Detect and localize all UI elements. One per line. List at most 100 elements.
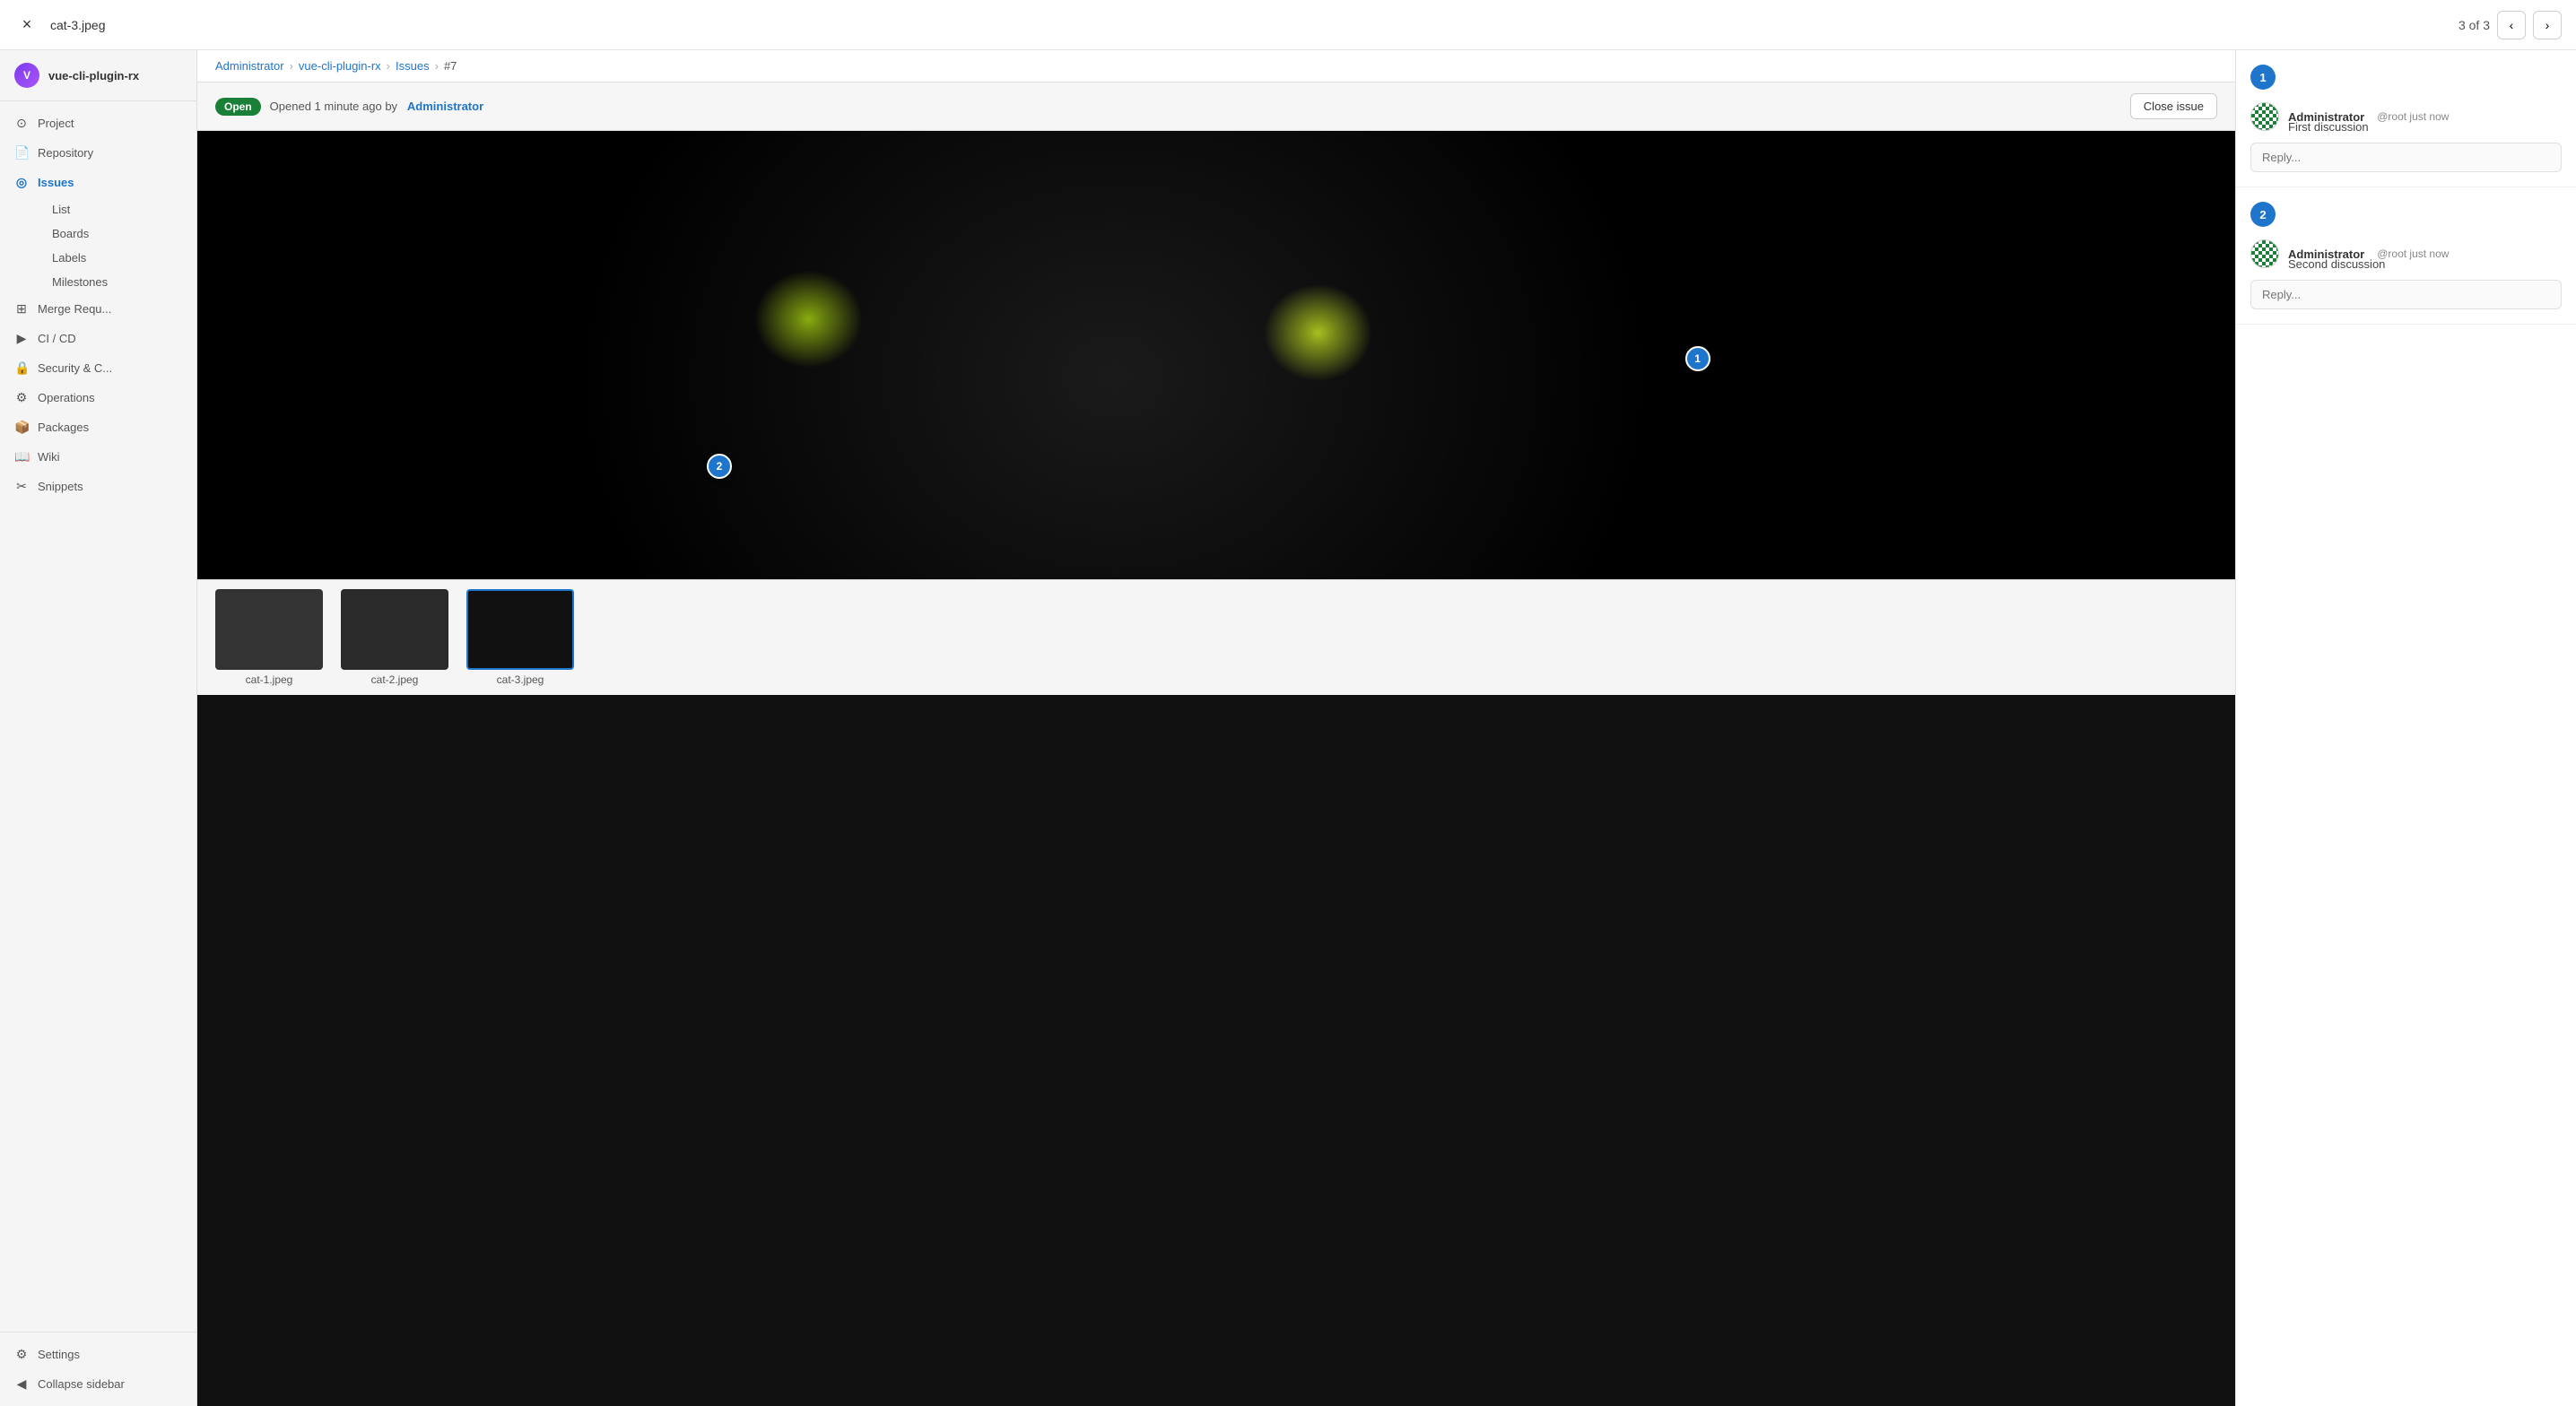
packages-icon: 📦 — [14, 420, 29, 435]
sidebar-item-label: Issues — [38, 176, 74, 189]
user-handle-1: @root just now — [2377, 110, 2449, 123]
image-viewer-topbar: × cat-3.jpeg 3 of 3 ‹ › — [0, 0, 2576, 50]
sidebar-item-ci-cd[interactable]: ▶ CI / CD — [0, 324, 196, 353]
breadcrumb-sep: › — [290, 59, 293, 73]
thumbnail-strip: cat-1.jpeg cat-2.jpeg cat-3.jpeg — [197, 579, 2235, 695]
issues-subnav: List Boards Labels Milestones — [0, 197, 196, 294]
sidebar-item-operations[interactable]: ⚙ Operations — [0, 383, 196, 412]
merge-icon: ⊞ — [14, 301, 29, 317]
collapse-icon: ◀ — [14, 1376, 29, 1392]
sidebar-item-label: Operations — [38, 391, 95, 404]
next-image-button[interactable]: › — [2533, 11, 2562, 39]
thumbnail-3[interactable]: cat-3.jpeg — [466, 589, 574, 686]
sidebar-brand: V vue-cli-plugin-rx — [0, 50, 196, 101]
discussion-content-1: Administrator @root just now First discu… — [2250, 99, 2562, 172]
sidebar-item-label: Settings — [38, 1348, 80, 1361]
thumb-box-2 — [341, 589, 448, 670]
breadcrumb-admin[interactable]: Administrator — [215, 59, 284, 73]
sidebar-item-merge-requests[interactable]: ⊞ Merge Requ... — [0, 294, 196, 324]
reply-input-2[interactable] — [2250, 280, 2562, 309]
topbar-center: 3 of 3 ‹ › — [2459, 11, 2562, 39]
settings-icon: ⚙ — [14, 1347, 29, 1362]
thumbnail-2[interactable]: cat-2.jpeg — [341, 589, 448, 686]
sidebar-item-label: Repository — [38, 146, 93, 160]
sidebar-item-packages[interactable]: 📦 Packages — [0, 412, 196, 442]
status-badge: Open — [215, 98, 261, 116]
discussion-number: 2 — [2259, 208, 2266, 221]
thumb-label-2: cat-2.jpeg — [341, 673, 448, 686]
sidebar-item-milestones[interactable]: Milestones — [38, 270, 196, 294]
breadcrumb-issues[interactable]: Issues — [396, 59, 430, 73]
snippets-icon: ✂ — [14, 479, 29, 494]
prev-image-button[interactable]: ‹ — [2497, 11, 2526, 39]
issue-author: Administrator — [407, 100, 483, 113]
sidebar-item-label: CI / CD — [38, 332, 76, 345]
sidebar-item-label: Snippets — [38, 480, 83, 493]
breadcrumb-repo[interactable]: vue-cli-plugin-rx — [299, 59, 381, 73]
viewer-filename: cat-3.jpeg — [50, 18, 105, 32]
image-counter: 3 of 3 — [2459, 18, 2490, 32]
discussion-marker-2[interactable]: 2 — [2250, 202, 2276, 227]
issue-header-left: Open Opened 1 minute ago by Administrato… — [215, 98, 483, 116]
sidebar-item-project[interactable]: ⊙ Project — [0, 108, 196, 138]
close-issue-button[interactable]: Close issue — [2130, 93, 2217, 119]
sidebar-item-security[interactable]: 🔒 Security & C... — [0, 353, 196, 383]
sidebar-item-label: Collapse sidebar — [38, 1377, 125, 1391]
sidebar-item-list[interactable]: List — [38, 197, 196, 221]
thumb-label-1: cat-1.jpeg — [215, 673, 323, 686]
brand-name: vue-cli-plugin-rx — [48, 69, 139, 82]
sidebar: V vue-cli-plugin-rx ⊙ Project 📄 Reposito… — [0, 50, 197, 1406]
breadcrumb: Administrator › vue-cli-plugin-rx › Issu… — [215, 59, 457, 73]
issue-meta: Opened 1 minute ago by Administrator — [270, 100, 483, 113]
operations-icon: ⚙ — [14, 390, 29, 405]
reply-input-1[interactable] — [2250, 143, 2562, 172]
discussion-number: 1 — [2259, 71, 2266, 84]
repository-icon: 📄 — [14, 145, 29, 161]
security-icon: 🔒 — [14, 360, 29, 376]
cat-image: 1 2 — [197, 131, 2235, 579]
content-area: Administrator › vue-cli-plugin-rx › Issu… — [197, 50, 2235, 1406]
sidebar-item-collapse[interactable]: ◀ Collapse sidebar — [0, 1369, 196, 1399]
sidebar-item-label: Packages — [38, 421, 89, 434]
issues-icon: ◎ — [14, 175, 29, 190]
sidebar-item-label: Security & C... — [38, 361, 112, 375]
sidebar-nav: ⊙ Project 📄 Repository ◎ Issues List Boa… — [0, 101, 196, 1332]
discussion-content-2: Administrator @root just now Second disc… — [2250, 236, 2562, 309]
sidebar-bottom: ⚙ Settings ◀ Collapse sidebar — [0, 1332, 196, 1406]
sidebar-item-label: Wiki — [38, 450, 60, 464]
discussion-2: 2 Administrator @root just now Second di… — [2236, 187, 2576, 325]
sidebar-item-boards[interactable]: Boards — [38, 221, 196, 246]
thumb-box-3 — [466, 589, 574, 670]
avatar-1 — [2250, 102, 2279, 131]
sidebar-item-label: Merge Requ... — [38, 302, 111, 316]
main-layout: V vue-cli-plugin-rx ⊙ Project 📄 Reposito… — [0, 0, 2576, 1406]
sidebar-item-snippets[interactable]: ✂ Snippets — [0, 472, 196, 501]
pin-marker-1[interactable]: 1 — [1685, 346, 1710, 371]
sidebar-item-label: Project — [38, 117, 74, 130]
wiki-icon: 📖 — [14, 449, 29, 464]
thumb-box-1 — [215, 589, 323, 670]
sidebar-item-repository[interactable]: 📄 Repository — [0, 138, 196, 168]
thumbnail-1[interactable]: cat-1.jpeg — [215, 589, 323, 686]
user-handle-2: @root just now — [2377, 247, 2449, 260]
sidebar-item-labels[interactable]: Labels — [38, 246, 196, 270]
issue-header-bar: Open Opened 1 minute ago by Administrato… — [197, 82, 2235, 131]
sidebar-item-wiki[interactable]: 📖 Wiki — [0, 442, 196, 472]
discussion-marker-1[interactable]: 1 — [2250, 65, 2276, 90]
breadcrumb-issue-number: #7 — [444, 59, 457, 73]
sidebar-item-settings[interactable]: ⚙ Settings — [0, 1340, 196, 1369]
ci-icon: ▶ — [14, 331, 29, 346]
breadcrumb-sep2: › — [387, 59, 390, 73]
avatar-2 — [2250, 239, 2279, 268]
breadcrumb-bar: Administrator › vue-cli-plugin-rx › Issu… — [197, 50, 2235, 82]
breadcrumb-sep3: › — [435, 59, 439, 73]
image-viewer-area[interactable]: 1 2 cat-1.jpeg cat-2.jpeg — [197, 131, 2235, 1406]
pin-number: 1 — [1694, 352, 1701, 365]
sidebar-item-issues[interactable]: ◎ Issues — [0, 168, 196, 197]
topbar-left: × cat-3.jpeg — [14, 13, 105, 38]
discussion-1: 1 Administrator @root just now First dis… — [2236, 50, 2576, 187]
project-icon: ⊙ — [14, 116, 29, 131]
pin-marker-2[interactable]: 2 — [707, 454, 732, 479]
close-viewer-button[interactable]: × — [14, 13, 39, 38]
right-panel: 1 Administrator @root just now First dis… — [2235, 50, 2576, 1406]
